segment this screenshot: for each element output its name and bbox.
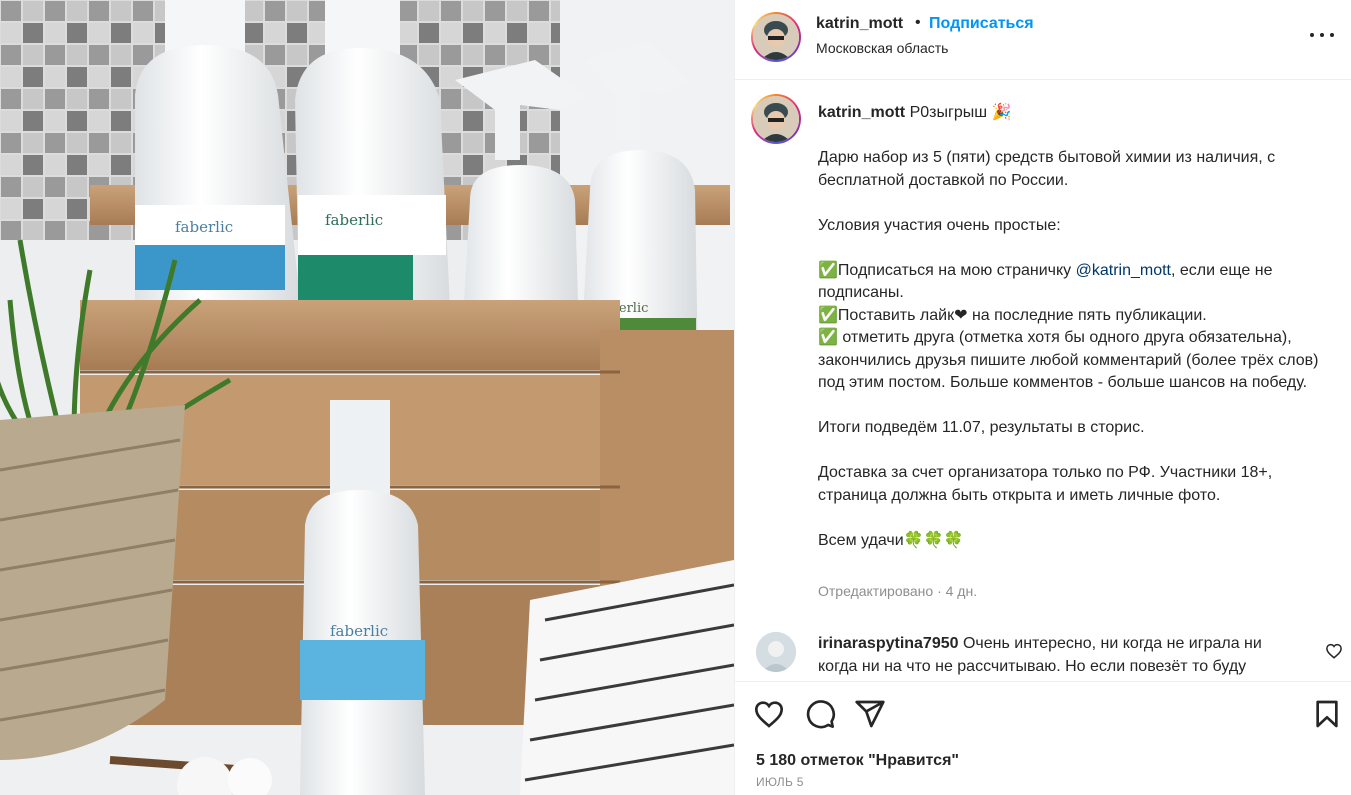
likes-count[interactable]: 5 180 отметок "Нравится" <box>756 752 959 770</box>
caption-paragraph: Дарю набор из 5 (пяти) средств бытовой х… <box>818 149 1280 189</box>
post-photo[interactable]: faberlic faberlic faberlic faberlic <box>0 0 734 795</box>
comment-text: irinaraspytina7950 Очень интересно, ни к… <box>818 632 1298 678</box>
caption-meta: Отредактировано · 4 дн. <box>818 583 978 599</box>
caption-text: katrin_mott Р0зыгрыш 🎉 Дарю набор из 5 (… <box>818 102 1328 552</box>
caption-paragraph: ✅ отметить друга (отметка хотя бы одного… <box>818 329 1323 391</box>
avatar-photo <box>753 14 799 60</box>
heart-icon[interactable] <box>753 698 785 730</box>
post-side-panel: katrin_mott • Подписаться Московская обл… <box>734 0 1351 795</box>
header-separator: • <box>915 14 921 31</box>
author-avatar[interactable] <box>751 12 801 62</box>
svg-text:faberlic: faberlic <box>325 211 383 229</box>
caption-text-part: ✅Подписаться на мою страничку <box>818 261 1076 279</box>
brand-label: faberlic <box>175 218 233 236</box>
caption-area: katrin_mott Р0зыгрыш 🎉 Дарю набор из 5 (… <box>735 81 1351 681</box>
author-username[interactable]: katrin_mott <box>816 15 903 33</box>
caption-username[interactable]: katrin_mott <box>818 104 905 121</box>
caption-paragraph: Всем удачи🍀🍀🍀 <box>818 531 964 549</box>
more-options-icon[interactable] <box>1307 24 1337 46</box>
caption-title: Р0зыгрыш 🎉 <box>909 104 1012 121</box>
commenter-avatar[interactable] <box>756 632 796 672</box>
post-actions: 5 180 отметок "Нравится" ИЮЛЬ 5 <box>735 681 1351 795</box>
caption-paragraph: ✅Поставить лайк❤ на последние пять публи… <box>818 306 1207 324</box>
caption-paragraph: ✅Подписаться на мою страничку @katrin_mo… <box>818 260 1328 305</box>
photo-illustration: faberlic faberlic faberlic faberlic <box>0 0 734 795</box>
commenter-username[interactable]: irinaraspytina7950 <box>818 635 959 652</box>
post-header: katrin_mott • Подписаться Московская обл… <box>735 0 1351 80</box>
comment-icon[interactable] <box>804 698 836 730</box>
share-icon[interactable] <box>854 698 886 730</box>
follow-button[interactable]: Подписаться <box>929 15 1034 33</box>
caption-paragraph: Итоги подведём 11.07, результаты в стори… <box>818 419 1145 436</box>
comment-like-heart-icon[interactable] <box>1325 642 1343 660</box>
caption-avatar[interactable] <box>751 94 801 144</box>
post-date[interactable]: ИЮЛЬ 5 <box>756 775 804 789</box>
caption-paragraph: Условия участия очень простые: <box>818 216 1061 234</box>
avatar-photo <box>753 96 799 142</box>
post-location[interactable]: Московская область <box>816 40 948 56</box>
svg-text:faberlic: faberlic <box>330 622 388 640</box>
user-mention-link[interactable]: @katrin_mott <box>1076 262 1171 279</box>
bookmark-icon[interactable] <box>1311 698 1343 730</box>
caption-paragraph: Доставка за счет организатора только по … <box>818 464 1277 504</box>
